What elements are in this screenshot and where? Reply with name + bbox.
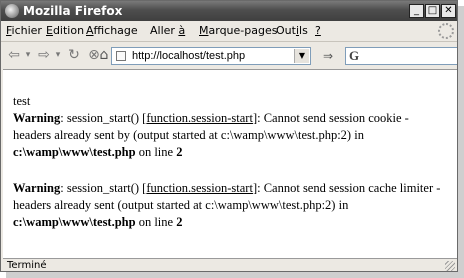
url-text: http://localhost/test.php — [132, 50, 246, 62]
test-output: test — [13, 94, 31, 108]
menu-fichier[interactable]: Fichier — [6, 25, 42, 37]
menu-affichage[interactable]: Affichage — [86, 25, 138, 37]
maximize-button[interactable]: □ — [425, 4, 440, 18]
navigation-toolbar: ⇦ ▾ ⇨ ▾ ↻ ⊗ ⌂ http://localhost/test.php … — [1, 41, 457, 68]
status-text: Terminé — [7, 260, 47, 271]
throbber-icon — [438, 23, 454, 39]
close-button[interactable]: ✕ — [441, 4, 456, 18]
address-dropdown-icon[interactable]: ▼ — [294, 49, 309, 63]
home-icon[interactable]: ⌂ — [97, 46, 111, 64]
browser-window: Mozilla Firefox _ □ ✕ Fichier Edition Af… — [0, 0, 458, 272]
back-dropdown-icon[interactable]: ▾ — [23, 46, 33, 64]
back-icon[interactable]: ⇦ — [5, 46, 23, 64]
forward-dropdown-icon[interactable]: ▾ — [53, 46, 63, 64]
menu-edition[interactable]: Edition — [46, 25, 84, 37]
minimize-button[interactable]: _ — [409, 4, 424, 18]
page-content: test Warning: session_start() [function.… — [3, 69, 457, 259]
function-link[interactable]: function.session-start — [146, 111, 253, 125]
address-bar[interactable]: http://localhost/test.php ▼ — [111, 47, 311, 65]
search-box[interactable]: G — [345, 47, 457, 65]
resize-grip-icon[interactable] — [445, 261, 455, 271]
menu-bar: Fichier Edition Affichage Aller à Marque… — [1, 22, 457, 40]
menu-aller-a[interactable]: Aller à — [150, 25, 185, 37]
status-bar: Terminé — [1, 259, 457, 271]
menu-outils[interactable]: Outils — [276, 25, 308, 37]
warning-message: Warning: session_start() [function.sessi… — [13, 111, 409, 159]
forward-icon[interactable]: ⇨ — [35, 46, 53, 64]
warning-message: Warning: session_start() [function.sessi… — [13, 181, 441, 229]
go-icon[interactable]: ⇒ — [319, 48, 337, 64]
firefox-logo-icon — [5, 4, 19, 18]
window-title: Mozilla Firefox — [23, 4, 123, 18]
title-bar[interactable]: Mozilla Firefox _ □ ✕ — [1, 1, 457, 21]
menu-marque-pages[interactable]: Marque-pages — [199, 25, 277, 37]
function-link[interactable]: function.session-start — [146, 181, 253, 195]
reload-icon[interactable]: ↻ — [65, 46, 83, 64]
menu-help[interactable]: ? — [315, 25, 321, 37]
google-search-icon[interactable]: G — [349, 48, 359, 64]
page-favicon-icon — [116, 51, 126, 61]
